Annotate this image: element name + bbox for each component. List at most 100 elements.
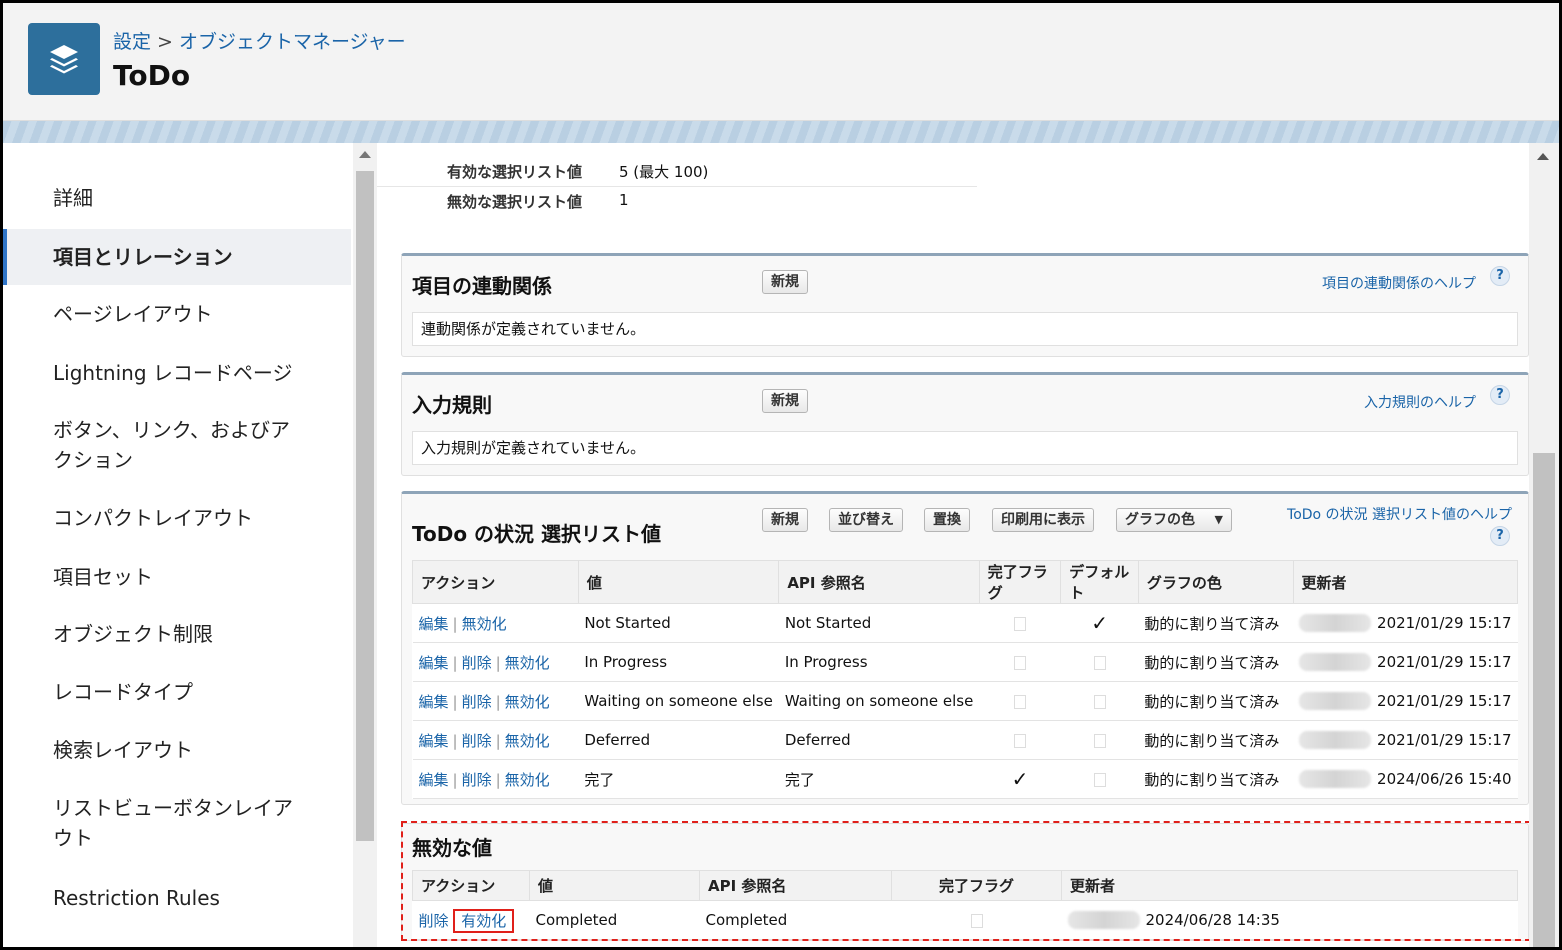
validation-rules-help-link[interactable]: 入力規則のヘルプ — [1364, 392, 1476, 412]
help-icon[interactable]: ? — [1490, 385, 1510, 405]
default-cell: ✓ — [1060, 603, 1139, 643]
updated-by-cell: 2021/01/29 15:17 — [1293, 681, 1518, 721]
checkbox-unchecked-icon — [1093, 733, 1106, 748]
delete-link[interactable]: 削除 — [462, 771, 492, 789]
picklist-help-link[interactable]: ToDo の状況 選択リスト値のヘルプ — [1287, 504, 1512, 524]
updated-date: 2021/01/29 15:17 — [1377, 613, 1512, 632]
chart-color-cell: 動的に割り当て済み — [1138, 603, 1294, 643]
deactivate-link[interactable]: 無効化 — [505, 732, 550, 750]
help-icon[interactable]: ? — [1490, 526, 1510, 546]
scroll-up-arrow-icon[interactable] — [359, 151, 371, 158]
edit-link[interactable]: 編集 — [419, 771, 449, 789]
updated-by-cell: 2021/01/29 15:17 — [1293, 720, 1518, 760]
delete-link[interactable]: 削除 — [462, 732, 492, 750]
picklist-reorder-button[interactable]: 並び替え — [829, 508, 903, 532]
chart-color-cell: 動的に割り当て済み — [1138, 681, 1294, 721]
chart-color-cell: 動的に割り当て済み — [1138, 720, 1294, 760]
picklist-chart-colors-dropdown[interactable]: グラフの色 ▼ — [1116, 508, 1232, 532]
updated-date: 2021/01/29 15:17 — [1377, 652, 1512, 671]
edit-link[interactable]: 編集 — [419, 615, 449, 633]
main-scrollbar[interactable] — [1529, 143, 1559, 947]
layers-icon — [28, 23, 100, 95]
edit-link[interactable]: 編集 — [419, 732, 449, 750]
sidebar-item-compact-layouts[interactable]: コンパクトレイアウト — [3, 503, 351, 533]
column-header: 更新者 — [1292, 560, 1519, 604]
sidebar-item-fields-relationships[interactable]: 項目とリレーション — [3, 229, 351, 285]
sidebar-item-search-layouts[interactable]: 検索レイアウト — [3, 735, 351, 765]
table-row: 編集 | 削除 | 無効化 Deferred Deferred 動的に割り当て済み 20… — [412, 720, 1518, 760]
dropdown-arrow-icon: ▼ — [1214, 513, 1223, 526]
checkbox-unchecked-icon — [1093, 655, 1106, 670]
checkbox-unchecked-icon — [1014, 733, 1027, 748]
default-cell — [1060, 681, 1139, 721]
column-header: デフォルト — [1060, 560, 1139, 604]
row-actions: 編集 | 削除 | 無効化 — [412, 759, 579, 799]
edit-link[interactable]: 編集 — [419, 693, 449, 711]
checkmark-icon: ✓ — [1011, 767, 1029, 791]
api-name-cell: In Progress — [778, 642, 980, 682]
blurred-user-name — [1299, 653, 1372, 672]
row-actions: 編集 | 削除 | 無効化 — [412, 720, 579, 760]
sidebar-item-record-types[interactable]: レコードタイプ — [3, 677, 351, 707]
sidebar-item-lightning-record-pages[interactable]: Lightning レコードページ — [3, 358, 351, 388]
chart-colors-label: グラフの色 — [1125, 512, 1195, 528]
app-frame: 設定 > オブジェクトマネージャー ToDo 詳細 項目とリレーション ページレイア… — [0, 0, 1562, 950]
active-picklist-label: 有効な選択リスト値 — [447, 163, 583, 181]
value-cell: Not Started — [578, 603, 779, 643]
picklist-new-button[interactable]: 新規 — [762, 508, 808, 532]
scroll-up-arrow-icon[interactable] — [1537, 153, 1549, 160]
main-scrollbar-thumb[interactable] — [1533, 453, 1555, 947]
action-separator: | — [452, 731, 458, 750]
closed-flag-cell — [979, 642, 1061, 682]
deactivate-link[interactable]: 無効化 — [505, 654, 550, 672]
breadcrumb-object-manager[interactable]: オブジェクトマネージャー — [179, 31, 406, 53]
inactive-picklist-value: 1 — [619, 191, 629, 209]
validation-rules-new-button[interactable]: 新規 — [762, 389, 808, 413]
closed-flag-cell: ✓ — [979, 759, 1061, 799]
validation-rules-message: 入力規則が定義されていません。 — [412, 431, 1518, 465]
action-separator: | — [495, 731, 501, 750]
picklist-replace-button[interactable]: 置換 — [924, 508, 970, 532]
delete-link[interactable]: 削除 — [462, 693, 492, 711]
inactive-values-highlight — [401, 821, 1529, 941]
delete-link[interactable]: 削除 — [462, 654, 492, 672]
sidebar-item-buttons-links-actions[interactable]: ボタン、リンク、およびアクション — [3, 415, 303, 475]
sidebar-item-restriction-rules[interactable]: Restriction Rules — [3, 883, 351, 913]
action-separator: | — [452, 614, 458, 633]
sidebar-scrollbar-thumb[interactable] — [356, 171, 374, 841]
sidebar-item-details[interactable]: 詳細 — [3, 183, 351, 213]
sidebar-scrollbar[interactable] — [353, 143, 377, 947]
default-cell — [1060, 759, 1139, 799]
value-cell: Deferred — [578, 720, 779, 760]
closed-flag-cell — [979, 720, 1061, 760]
sidebar-item-page-layouts[interactable]: ページレイアウト — [3, 299, 351, 329]
breadcrumb-setup[interactable]: 設定 — [113, 31, 151, 53]
field-dependencies-new-button[interactable]: 新規 — [762, 270, 808, 294]
column-header: API 参照名 — [778, 560, 980, 604]
checkbox-unchecked-icon — [1014, 694, 1027, 709]
picklist-values-panel: ToDo の状況 選択リスト値 新規 並び替え 置換 印刷用に表示 グラフの色 … — [401, 491, 1529, 805]
updated-date: 2024/06/26 15:40 — [1377, 769, 1512, 788]
picklist-print-button[interactable]: 印刷用に表示 — [992, 508, 1094, 532]
default-cell — [1060, 642, 1139, 682]
sidebar-item-object-limits[interactable]: オブジェクト制限 — [3, 619, 351, 649]
deactivate-link[interactable]: 無効化 — [505, 771, 550, 789]
checkbox-unchecked-icon — [1093, 694, 1106, 709]
sidebar-item-list-view-button-layout[interactable]: リストビューボタンレイアウト — [3, 793, 303, 853]
validation-rules-panel: 入力規則 新規 入力規則のヘルプ ? 入力規則が定義されていません。 — [401, 372, 1529, 476]
page-header: 設定 > オブジェクトマネージャー ToDo — [3, 3, 1559, 121]
field-dependencies-help-link[interactable]: 項目の連動関係のヘルプ — [1322, 273, 1476, 293]
deactivate-link[interactable]: 無効化 — [505, 693, 550, 711]
edit-link[interactable]: 編集 — [419, 654, 449, 672]
blurred-user-name — [1299, 692, 1372, 711]
sidebar-item-field-sets[interactable]: 項目セット — [3, 562, 351, 592]
sidebar: 詳細 項目とリレーション ページレイアウト Lightning レコードページ … — [3, 143, 353, 947]
help-icon[interactable]: ? — [1490, 266, 1510, 286]
deactivate-link[interactable]: 無効化 — [462, 615, 507, 633]
breadcrumb-separator: > — [157, 31, 173, 53]
action-separator: | — [452, 653, 458, 672]
checkbox-unchecked-icon — [1014, 655, 1027, 670]
page-title: ToDo — [113, 59, 191, 92]
column-header: グラフの色 — [1137, 560, 1294, 604]
closed-flag-cell — [979, 681, 1061, 721]
